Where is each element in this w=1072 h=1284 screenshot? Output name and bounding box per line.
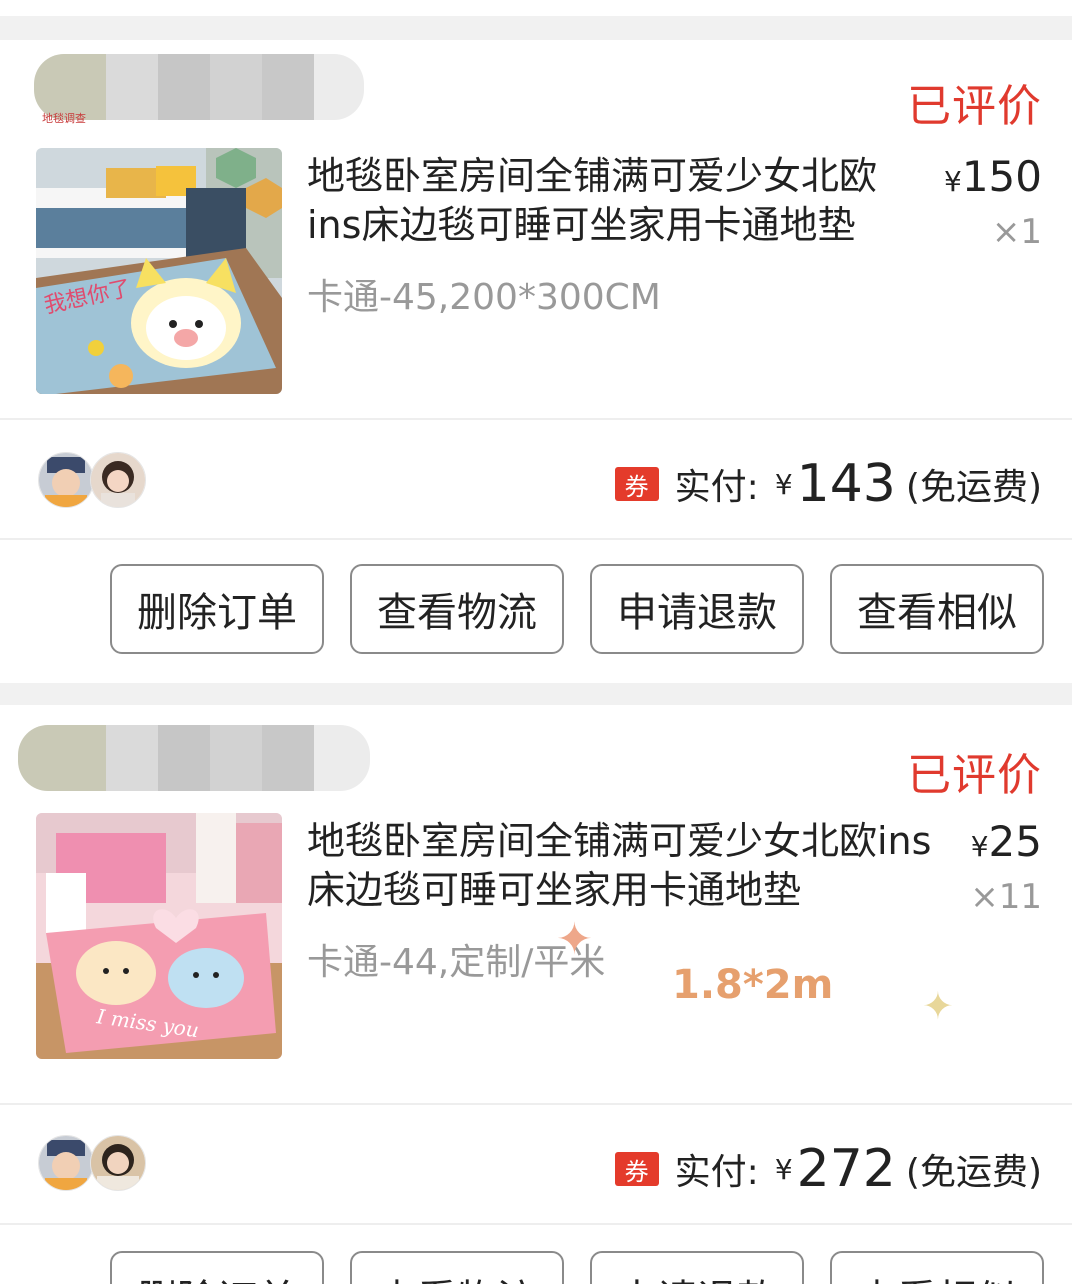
payment-summary: 券 实付: ¥ 272 (免运费): [614, 1139, 1042, 1199]
unit-price: ¥150: [944, 152, 1042, 201]
rug-pink-room-image: I miss you: [36, 813, 282, 1059]
quantity: ×11: [970, 877, 1042, 917]
order-status: 已评价: [907, 750, 1042, 801]
coupon-icon: 券: [614, 1152, 659, 1186]
pay-currency: ¥: [774, 467, 793, 501]
size-annotation: 1.8*2m: [672, 962, 834, 1008]
order-list-page: 地毯调查 已评价 我想你了 地毯卧室房间全铺满可爱少女北欧ins床边毯可睡可坐家…: [0, 0, 1072, 1284]
product-title[interactable]: 地毯卧室房间全铺满可爱少女北欧ins床边毯可睡可坐家用卡通地垫: [307, 152, 912, 250]
shop-logo-text: 地毯调查: [42, 112, 86, 125]
sparkle-icon: ✦: [922, 984, 954, 1028]
avatar: [38, 452, 94, 508]
buyer-avatars: [38, 1135, 148, 1191]
view-logistics-button[interactable]: 查看物流: [350, 564, 564, 654]
payment-summary: 券 实付: ¥ 143 (免运费): [614, 454, 1042, 514]
avatar: [90, 1135, 146, 1191]
delete-order-button[interactable]: 删除订单: [110, 564, 324, 654]
top-spacer: [0, 0, 1072, 40]
view-similar-button[interactable]: 查看相似: [830, 564, 1044, 654]
avatar: [90, 452, 146, 508]
avatar: [38, 1135, 94, 1191]
product-image[interactable]: I miss you: [36, 813, 282, 1059]
divider: [0, 418, 1072, 420]
pay-amount: 272: [796, 1139, 896, 1199]
divider: [0, 1103, 1072, 1105]
unit-price: ¥25: [970, 817, 1042, 866]
divider: [0, 538, 1072, 540]
sparkle-icon: ✦: [556, 914, 593, 965]
shop-name-blurred[interactable]: [18, 725, 370, 791]
buyer-avatars: [38, 452, 148, 508]
shipping-note: (免运费): [905, 467, 1042, 508]
order-status: 已评价: [907, 81, 1042, 132]
order-card[interactable]: 地毯调查 已评价 我想你了 地毯卧室房间全铺满可爱少女北欧ins床边毯可睡可坐家…: [0, 40, 1072, 683]
order-actions: 删除订单 查看物流 申请退款 查看相似: [110, 1251, 1044, 1284]
coupon-icon: 券: [614, 467, 659, 501]
pay-amount: 143: [796, 454, 896, 514]
pay-currency: ¥: [774, 1152, 793, 1186]
request-refund-button[interactable]: 申请退款: [590, 1251, 804, 1284]
view-similar-button[interactable]: 查看相似: [830, 1251, 1044, 1284]
pay-label: 实付:: [674, 467, 759, 508]
product-title[interactable]: 地毯卧室房间全铺满可爱少女北欧ins床边毯可睡可坐家用卡通地垫: [307, 817, 947, 915]
order-card[interactable]: 已评价 I miss you 地毯卧室房间全铺满可爱少女北欧ins床边毯可睡可坐…: [0, 705, 1072, 1284]
view-logistics-button[interactable]: 查看物流: [350, 1251, 564, 1284]
quantity: ×1: [991, 212, 1042, 252]
delete-order-button[interactable]: 删除订单: [110, 1251, 324, 1284]
sku-spec: 卡通-45,200*300CM: [307, 277, 661, 318]
pay-label: 实付:: [674, 1152, 759, 1193]
product-image[interactable]: 我想你了: [36, 148, 282, 394]
request-refund-button[interactable]: 申请退款: [590, 564, 804, 654]
divider: [0, 1223, 1072, 1225]
order-actions: 删除订单 查看物流 申请退款 查看相似: [110, 564, 1044, 654]
rug-bedroom-image: 我想你了: [36, 148, 282, 394]
shipping-note: (免运费): [905, 1152, 1042, 1193]
